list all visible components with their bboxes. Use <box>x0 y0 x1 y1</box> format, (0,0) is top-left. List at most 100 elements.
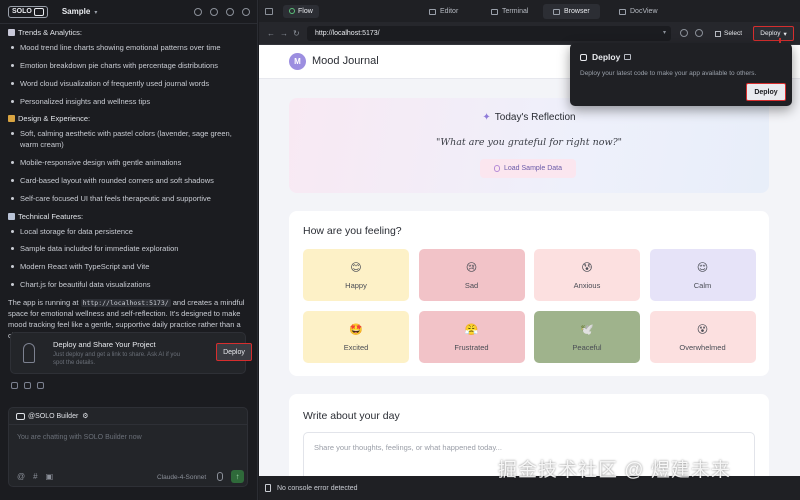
journal-placeholder: Share your thoughts, feelings, or what h… <box>314 443 502 452</box>
devtools-icon[interactable] <box>695 29 703 37</box>
app-window: SOLO Sample ▾ Trends & Analytics: Mood tre… <box>0 0 800 500</box>
mention-icon[interactable]: @ <box>17 472 25 481</box>
url-input[interactable]: http://localhost:5173/ ▾ <box>307 26 671 41</box>
mood-overwhelmed[interactable]: 😵 Overwhelmed <box>649 311 756 363</box>
avatar: M <box>289 53 306 70</box>
chevron-down-icon[interactable]: ▾ <box>663 29 666 36</box>
mood-anxious[interactable]: 😰 Anxious <box>534 249 640 301</box>
deploy-card-button[interactable]: Deploy <box>216 343 252 361</box>
list-item: Card-based layout with rounded corners a… <box>8 176 250 187</box>
rocket-icon <box>23 343 35 363</box>
mood-label: Peaceful <box>572 342 602 352</box>
popover-title-text: Deploy <box>592 52 621 62</box>
mood-excited[interactable]: 🤩 Excited <box>303 311 409 363</box>
copy-icon[interactable] <box>11 382 18 389</box>
keyboard-icon <box>624 54 632 60</box>
chevron-down-icon: ▾ <box>783 30 787 38</box>
mood-emoji-icon: 😵 <box>696 323 709 336</box>
console-text: No console error detected <box>277 484 358 492</box>
section-title: Design & Experience: <box>18 114 91 124</box>
tab-docview-label: DocView <box>630 8 658 15</box>
back-icon[interactable]: ← <box>267 29 275 38</box>
mood-label: Happy <box>345 280 367 290</box>
logo-text: SOLO <box>12 8 32 15</box>
project-name: Sample <box>61 7 91 16</box>
browser-viewport: M Mood Journal ✦ Today's Reflection "What… <box>259 45 800 476</box>
model-selector[interactable]: Claude-4-Sonnet <box>157 474 206 481</box>
forward-icon[interactable]: → <box>280 29 288 38</box>
list-item: Chart.js for beautiful data visualizatio… <box>8 280 250 291</box>
reflection-title: ✦ Today's Reflection <box>289 112 769 123</box>
thumbs-up-icon[interactable] <box>24 382 31 389</box>
agent-name: @SOLO Builder <box>28 412 79 420</box>
paragraph-text: The app is running at <box>8 298 81 307</box>
composer-agent[interactable]: @SOLO Builder ⚙ <box>9 408 247 425</box>
feelings-card: How are you feeling? 😊 Happy 😢 Sad 😰 Anxious 😌… <box>289 211 769 376</box>
flow-icon <box>289 8 295 14</box>
deploy-label: Deploy <box>760 30 781 37</box>
load-sample-label: Load Sample Data <box>504 165 562 172</box>
add-icon[interactable] <box>242 7 250 16</box>
list-item: Soft, calming aesthetic with pastel colo… <box>8 129 250 151</box>
list-item: Personalized insights and wellness tips <box>8 97 250 108</box>
tab-editor[interactable]: Editor <box>419 4 468 19</box>
mood-calm[interactable]: 😌 Calm <box>649 249 756 301</box>
composer: @SOLO Builder ⚙ You are chatting with SOL… <box>8 407 248 487</box>
section-title: Technical Features: <box>18 211 84 221</box>
send-button[interactable]: ↑ <box>231 470 244 483</box>
section-icon <box>8 115 15 123</box>
page-title: Mood Journal <box>312 55 379 67</box>
mood-label: Excited <box>343 342 369 352</box>
load-sample-button[interactable]: Load Sample Data <box>480 159 576 178</box>
section-icon <box>8 29 15 36</box>
list-item: Modern React with TypeScript and Vite <box>8 262 250 273</box>
list-item: Sample data included for immediate explo… <box>8 244 250 255</box>
settings-icon[interactable]: ⚙ <box>82 412 88 420</box>
deploy-button[interactable]: Deploy ▾ <box>753 26 794 41</box>
list-item: Mobile-responsive design with gentle ani… <box>8 158 250 169</box>
gear-icon[interactable] <box>226 7 234 16</box>
history-icon[interactable] <box>194 7 202 16</box>
chevron-down-icon: ▾ <box>94 10 98 16</box>
chat-messages: Trends & Analytics: Mood trend line chart… <box>8 28 250 342</box>
reflection-card: ✦ Today's Reflection "What are you gratef… <box>289 98 769 193</box>
section-icon <box>8 212 15 220</box>
tab-flow[interactable]: Flow <box>283 4 319 18</box>
solo-logo[interactable]: SOLO <box>8 5 48 18</box>
image-icon[interactable]: ▣ <box>46 472 54 481</box>
mood-happy[interactable]: 😊 Happy <box>303 249 409 301</box>
microphone-icon[interactable] <box>217 472 223 481</box>
mood-label: Anxious <box>573 280 601 290</box>
terminal-icon <box>491 8 498 15</box>
composer-input[interactable]: You are chatting with SOLO Builder now <box>17 434 142 441</box>
watermark: 掘金技术社区 @ 煜建未来 <box>498 460 731 481</box>
tab-terminal[interactable]: Terminal <box>481 4 538 19</box>
header-actions <box>194 7 250 16</box>
list-item: Local storage for data persistence <box>8 227 250 238</box>
reflection-title-text: Today's Reflection <box>494 112 576 123</box>
mood-emoji-icon: 🤩 <box>349 323 363 336</box>
tab-docview[interactable]: DocView <box>609 4 668 19</box>
sparkle-icon: ✦ <box>482 112 491 123</box>
mood-emoji-icon: 😌 <box>696 261 709 274</box>
mood-peaceful[interactable]: 🕊️ Peaceful <box>534 311 640 363</box>
popover-deploy-button[interactable]: Deploy <box>746 83 786 101</box>
mood-emoji-icon: 😊 <box>350 261 362 274</box>
tab-browser[interactable]: Browser <box>543 4 600 19</box>
tab-bar: Flow Editor Terminal Browser DocView <box>259 0 800 22</box>
section-heading: Trends & Analytics: <box>8 28 250 39</box>
thumbs-down-icon[interactable] <box>37 382 44 389</box>
chat-panel: SOLO Sample ▾ Trends & Analytics: Mood tre… <box>0 0 258 500</box>
section-heading: Design & Experience: <box>8 114 250 125</box>
reload-icon[interactable]: ↻ <box>293 29 300 38</box>
sidebar-toggle-icon[interactable] <box>265 7 273 15</box>
select-button[interactable]: Select <box>711 27 746 40</box>
refresh-icon[interactable] <box>210 7 218 16</box>
mood-sad[interactable]: 😢 Sad <box>418 249 525 301</box>
hash-icon[interactable]: # <box>33 472 37 481</box>
project-selector[interactable]: Sample ▾ <box>62 7 97 16</box>
deploy-popover: Deploy Deploy your latest code to make y… <box>570 43 792 106</box>
mood-frustrated[interactable]: 😤 Frustrated <box>418 311 525 363</box>
rocket-icon <box>580 54 587 61</box>
open-external-icon[interactable] <box>680 29 688 37</box>
